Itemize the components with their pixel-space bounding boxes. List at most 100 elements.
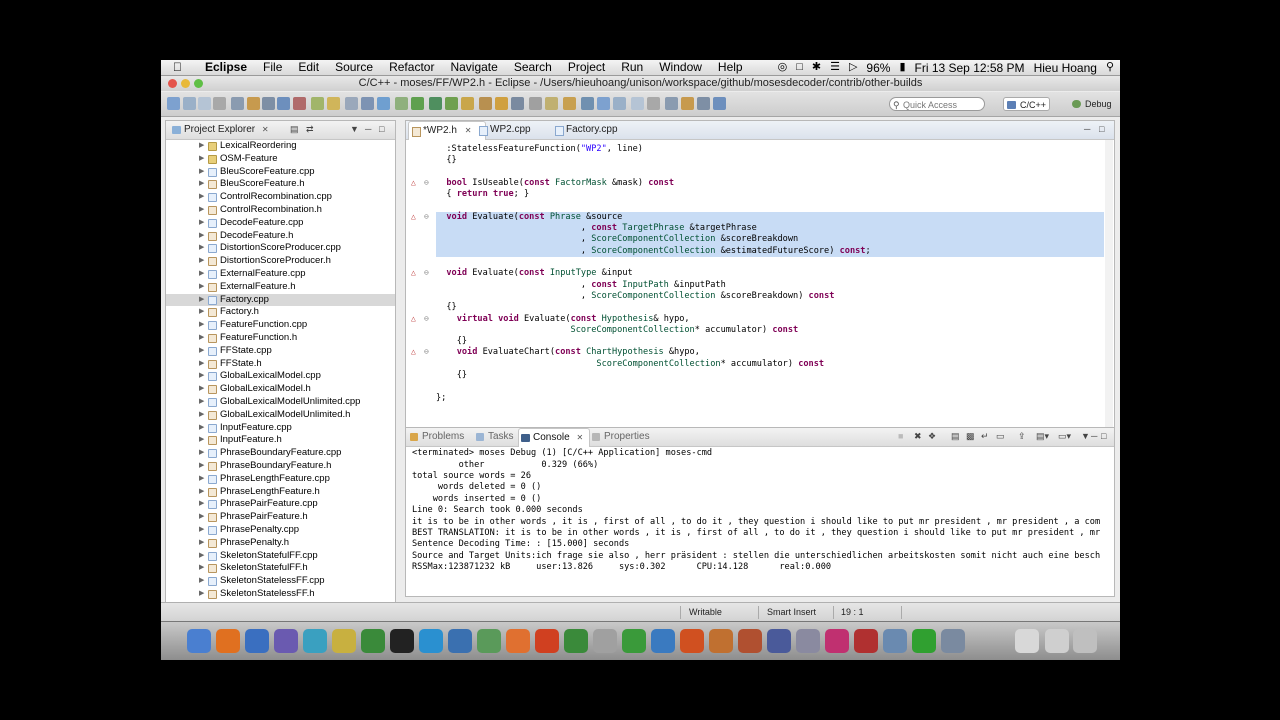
app-icon[interactable] — [622, 629, 646, 653]
maximize-view-icon[interactable]: □ — [1101, 431, 1106, 441]
override-marker-icon[interactable]: △ — [411, 178, 416, 187]
tree-item[interactable]: ▶ PhrasePenalty.cpp — [166, 524, 395, 537]
tree-item[interactable]: ▶ OSM-Feature — [166, 153, 395, 166]
editor-tab-wp2-cpp[interactable]: WP2.cpp — [476, 121, 531, 139]
toolbar-button-8[interactable] — [277, 97, 290, 110]
sync-icon[interactable]: ◎ — [778, 60, 788, 75]
perspective-debug-button[interactable]: Debug — [1069, 97, 1115, 111]
remove-launch-icon[interactable]: ✖ — [914, 431, 922, 442]
menu-project[interactable]: Project — [560, 60, 613, 75]
tree-item[interactable]: ▶ GlobalLexicalModelUnlimited.cpp — [166, 396, 395, 409]
show-on-output-icon[interactable]: ▭ — [996, 431, 1005, 442]
display-console-icon[interactable]: ▤▾ — [1036, 431, 1049, 442]
zoom-window-button[interactable] — [194, 79, 203, 88]
clock[interactable]: Fri 13 Sep 12:58 PM — [915, 61, 1025, 75]
toolbar-button-11[interactable] — [327, 97, 340, 110]
minimize-view-icon[interactable]: ─ — [1086, 431, 1097, 441]
editor-tab-wp2-h[interactable]: *WP2.h ✕ — [408, 121, 486, 140]
toolbar-button-30[interactable] — [647, 97, 660, 110]
skype-icon[interactable] — [419, 629, 443, 653]
toolbar-button-20[interactable] — [479, 97, 492, 110]
tree-item[interactable]: ▶ FFState.h — [166, 358, 395, 371]
expand-arrow-icon[interactable]: ▶ — [199, 166, 204, 179]
maximize-view-icon[interactable]: □ — [379, 124, 384, 134]
app-icon[interactable] — [303, 629, 327, 653]
tree-item[interactable]: ▶ DistortionScoreProducer.h — [166, 255, 395, 268]
volume-icon[interactable]: ▷ — [849, 60, 857, 75]
expand-arrow-icon[interactable]: ▶ — [199, 358, 204, 371]
expand-arrow-icon[interactable]: ▶ — [199, 524, 204, 537]
toolbar-button-24[interactable] — [545, 97, 558, 110]
expand-arrow-icon[interactable]: ▶ — [199, 498, 204, 511]
close-window-button[interactable] — [168, 79, 177, 88]
app-icon[interactable] — [767, 629, 791, 653]
word-icon[interactable] — [680, 629, 704, 653]
override-marker-icon[interactable]: △ — [411, 268, 416, 277]
expand-arrow-icon[interactable]: ▶ — [199, 422, 204, 435]
downloads-icon[interactable] — [1045, 629, 1069, 653]
utorrent-icon[interactable] — [593, 629, 617, 653]
toolbar-button-33[interactable] — [697, 97, 710, 110]
tree-item[interactable]: ▶ LexicalReordering — [166, 140, 395, 153]
minimize-editor-icon[interactable]: ─ — [1084, 124, 1090, 134]
itunes-icon[interactable] — [274, 629, 298, 653]
code-text-area[interactable]: :StatelessFeatureFunction("WP2", line) {… — [406, 140, 1104, 476]
toolbar-button-15[interactable] — [395, 97, 408, 110]
tree-item[interactable]: ▶ DecodeFeature.h — [166, 230, 395, 243]
expand-arrow-icon[interactable]: ▶ — [199, 268, 204, 281]
tree-item[interactable]: ▶ Factory.cpp — [166, 293, 395, 307]
finder-icon[interactable] — [187, 629, 211, 653]
app-icon[interactable] — [477, 629, 501, 653]
tab-console[interactable]: Console ✕ — [518, 428, 591, 447]
tree-item[interactable]: ▶ PhrasePenalty.h — [166, 537, 395, 550]
tree-item[interactable]: ▶ InputFeature.h — [166, 434, 395, 447]
toolbar-button-25[interactable] — [563, 97, 576, 110]
tree-item[interactable]: ▶ PhraseBoundaryFeature.h — [166, 460, 395, 473]
apple-icon[interactable]:  — [173, 60, 182, 74]
expand-arrow-icon[interactable]: ▶ — [199, 473, 204, 486]
toolbar-button-3[interactable] — [198, 97, 211, 110]
toolbar-button-34[interactable] — [713, 97, 726, 110]
open-console-icon[interactable]: ▭▾ — [1058, 431, 1071, 442]
trash-icon[interactable] — [1073, 629, 1097, 653]
tree-item[interactable]: ▶ SkeletonStatelessFF.h — [166, 588, 395, 601]
console-output[interactable]: <terminated> moses Debug (1) [C/C++ Appl… — [406, 447, 1114, 596]
toolbar-button-18[interactable] — [445, 97, 458, 110]
firefox-icon[interactable] — [216, 629, 240, 653]
expand-arrow-icon[interactable]: ▶ — [199, 294, 204, 307]
tree-item[interactable]: ▶ ExternalFeature.cpp — [166, 268, 395, 281]
tab-problems[interactable]: Problems — [408, 428, 464, 446]
app-icon[interactable] — [883, 629, 907, 653]
filezilla-icon[interactable] — [564, 629, 588, 653]
expand-arrow-icon[interactable]: ▶ — [199, 511, 204, 524]
maximize-editor-icon[interactable]: □ — [1099, 124, 1104, 134]
tree-item[interactable]: ▶ PhraseLengthFeature.h — [166, 486, 395, 499]
expand-arrow-icon[interactable]: ▶ — [199, 178, 204, 191]
expand-arrow-icon[interactable]: ▶ — [199, 588, 204, 601]
menu-file[interactable]: File — [255, 60, 290, 75]
vlc-icon[interactable] — [535, 629, 559, 653]
toolbar-button-2[interactable] — [183, 97, 196, 110]
expand-arrow-icon[interactable]: ▶ — [199, 434, 204, 447]
fold-toggle-icon[interactable]: ⊖ — [424, 314, 429, 323]
expand-arrow-icon[interactable]: ▶ — [199, 230, 204, 243]
toolbar-button-31[interactable] — [665, 97, 678, 110]
menu-refactor[interactable]: Refactor — [381, 60, 442, 75]
tree-item[interactable]: ▶ BleuScoreFeature.h — [166, 178, 395, 191]
override-marker-icon[interactable]: △ — [411, 347, 416, 356]
window-icon[interactable]: □ — [796, 60, 803, 75]
expand-arrow-icon[interactable]: ▶ — [199, 204, 204, 217]
toolbar-button-23[interactable] — [529, 97, 542, 110]
bluetooth-icon[interactable]: ✱ — [812, 60, 821, 75]
menu-navigate[interactable]: Navigate — [442, 60, 505, 75]
expand-arrow-icon[interactable]: ▶ — [199, 396, 204, 409]
expand-arrow-icon[interactable]: ▶ — [199, 447, 204, 460]
expand-arrow-icon[interactable]: ▶ — [199, 345, 204, 358]
expand-arrow-icon[interactable]: ▶ — [199, 370, 204, 383]
tree-item[interactable]: ▶ PhraseBoundaryFeature.cpp — [166, 447, 395, 460]
editor-scrollbar[interactable] — [1105, 140, 1113, 472]
toolbar-button-9[interactable] — [293, 97, 306, 110]
tree-item[interactable]: ▶ SkeletonStatefulFF.cpp — [166, 550, 395, 563]
toolbar-button-19[interactable] — [461, 97, 474, 110]
tree-item[interactable]: ▶ GlobalLexicalModel.h — [166, 383, 395, 396]
